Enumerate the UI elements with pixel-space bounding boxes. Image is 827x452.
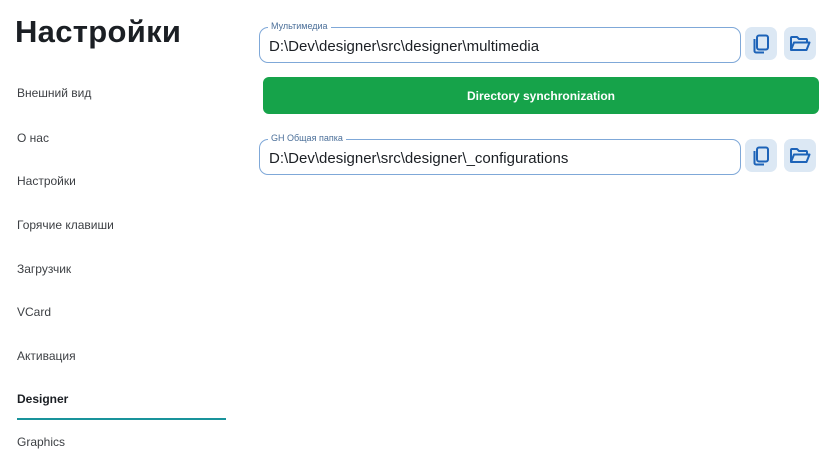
page-title: Настройки bbox=[15, 14, 182, 49]
shared-folder-path-value[interactable]: D:\Dev\designer\src\designer\_configurat… bbox=[269, 150, 568, 167]
shared-folder-browse-button[interactable] bbox=[784, 139, 816, 172]
sidebar-item-graphics[interactable]: Graphics bbox=[17, 435, 65, 449]
sidebar-item-about[interactable]: О нас bbox=[17, 131, 49, 145]
main-content: Мультимедиа D:\Dev\designer\src\designer… bbox=[240, 0, 827, 452]
shared-folder-copy-button[interactable] bbox=[745, 139, 777, 172]
multimedia-field-label: Мультимедиа bbox=[268, 21, 331, 32]
shared-folder-field-label: GH Общая папка bbox=[268, 133, 346, 144]
sidebar-item-vcard[interactable]: VCard bbox=[17, 305, 51, 319]
directory-sync-button[interactable]: Directory synchronization bbox=[263, 77, 819, 114]
multimedia-path-field[interactable]: Мультимедиа D:\Dev\designer\src\designer… bbox=[259, 21, 741, 63]
folder-open-icon bbox=[790, 35, 811, 51]
sidebar-item-settings[interactable]: Настройки bbox=[17, 174, 76, 188]
multimedia-browse-button[interactable] bbox=[784, 27, 816, 60]
sidebar-item-designer[interactable]: Designer bbox=[17, 392, 68, 406]
active-tab-indicator bbox=[17, 418, 226, 420]
sidebar-item-activation[interactable]: Активация bbox=[17, 349, 76, 363]
copy-icon bbox=[753, 146, 769, 165]
folder-open-icon bbox=[790, 147, 811, 163]
settings-window: Настройки Внешний вид О нас Настройки Го… bbox=[0, 0, 827, 452]
sidebar-item-appearance[interactable]: Внешний вид bbox=[17, 86, 91, 100]
sidebar: Настройки Внешний вид О нас Настройки Го… bbox=[0, 0, 240, 452]
copy-icon bbox=[753, 34, 769, 53]
multimedia-path-value[interactable]: D:\Dev\designer\src\designer\multimedia bbox=[269, 38, 539, 55]
sidebar-item-loader[interactable]: Загрузчик bbox=[17, 262, 71, 276]
sidebar-item-hotkeys[interactable]: Горячие клавиши bbox=[17, 218, 114, 232]
multimedia-copy-button[interactable] bbox=[745, 27, 777, 60]
shared-folder-path-field[interactable]: GH Общая папка D:\Dev\designer\src\desig… bbox=[259, 133, 741, 175]
